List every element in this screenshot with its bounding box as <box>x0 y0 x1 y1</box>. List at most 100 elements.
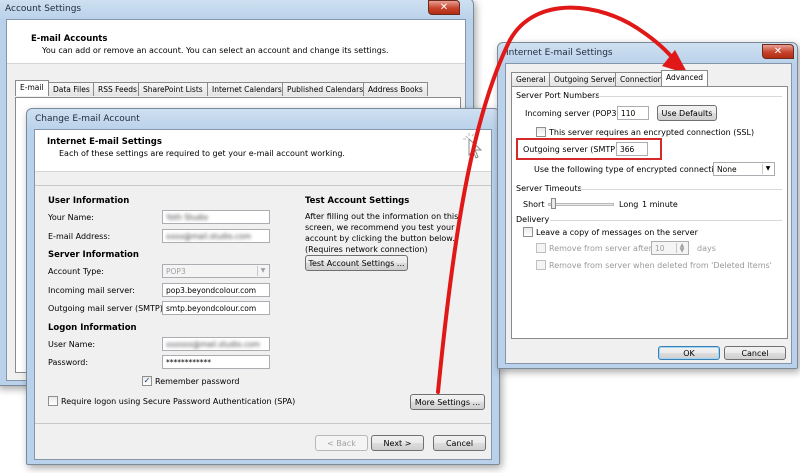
long-label: Long <box>619 200 639 209</box>
server-ports-heading: Server Port Numbers <box>516 91 600 100</box>
internet-settings-title: Internet E-mail Settings <box>506 48 613 58</box>
remove-after-label: Remove from server after <box>549 244 652 253</box>
change-account-client: Internet E-mail Settings Each of these s… <box>34 129 492 460</box>
user-info-heading: User Information <box>48 196 130 206</box>
change-account-header: Internet E-mail Settings Each of these s… <box>35 130 491 172</box>
encryption-label: Use the following type of encrypted conn… <box>534 165 727 174</box>
account-settings-title: Account Settings <box>5 4 82 14</box>
incoming-port-input[interactable]: 110 <box>617 106 649 120</box>
remove-after-checkbox[interactable] <box>536 243 546 253</box>
incoming-server-input[interactable]: pop3.beyondcolour.com <box>162 283 270 297</box>
footer-divider <box>35 423 491 424</box>
remove-deleted-checkbox[interactable] <box>536 260 546 270</box>
email-address-input[interactable]: xxxx@mail.studio.com <box>162 229 270 243</box>
internet-settings-heading: Internet E-mail Settings <box>47 137 162 147</box>
short-label: Short <box>523 200 545 209</box>
internet-settings-window: Internet E-mail Settings ✕ General Outgo… <box>497 42 798 369</box>
timeout-slider-track[interactable] <box>548 203 614 206</box>
next-button[interactable]: Next > <box>371 435 424 451</box>
account-type-value: POP3 <box>166 267 186 276</box>
timeout-slider-thumb[interactable] <box>551 198 556 209</box>
outgoing-server-value: smtp.beyondcolour.com <box>166 304 257 313</box>
password-value: ************ <box>166 358 211 367</box>
outgoing-server-label: Outgoing mail server (SMTP): <box>48 304 166 313</box>
account-type-label: Account Type: <box>48 267 104 276</box>
outgoing-port-label: Outgoing server (SMTP): <box>523 145 621 154</box>
server-info-heading: Server Information <box>48 250 139 260</box>
tab-sharepoint-lists[interactable]: SharePoint Lists <box>138 82 208 96</box>
use-defaults-button[interactable]: Use Defaults <box>657 105 717 121</box>
incoming-server-value: pop3.beyondcolour.com <box>166 286 257 295</box>
tab-published-calendars[interactable]: Published Calendars <box>282 82 369 96</box>
test-settings-text: After filling out the information on thi… <box>305 212 459 254</box>
cancel-button[interactable]: Cancel <box>433 435 486 451</box>
email-accounts-heading: E-mail Accounts <box>31 34 108 44</box>
email-accounts-subtext: You can add or remove an account. You ca… <box>42 46 389 55</box>
timeouts-heading: Server Timeouts <box>516 184 582 193</box>
more-settings-button[interactable]: More Settings ... <box>410 394 485 410</box>
tab-email[interactable]: E-mail <box>15 80 49 96</box>
test-settings-heading: Test Account Settings <box>305 196 410 206</box>
change-account-title: Change E-mail Account <box>35 114 140 124</box>
your-name-input[interactable]: Yoth Studio <box>162 210 270 224</box>
account-settings-close-button[interactable]: ✕ <box>428 0 460 15</box>
username-value: xxxxxx@mail.studio.com <box>166 340 260 349</box>
incoming-server-label: Incoming mail server: <box>48 286 135 295</box>
logon-info-heading: Logon Information <box>48 323 137 333</box>
change-account-window: Change E-mail Account Internet E-mail Se… <box>26 108 500 465</box>
encryption-select[interactable]: None ▼ <box>713 162 775 176</box>
remember-password-label: Remember password <box>155 377 240 386</box>
delivery-heading: Delivery <box>516 215 550 224</box>
internet-settings-cancel-button[interactable]: Cancel <box>724 346 786 360</box>
username-input[interactable]: xxxxxx@mail.studio.com <box>162 337 270 351</box>
account-type-select[interactable]: POP3 ▼ <box>162 264 270 278</box>
your-name-label: Your Name: <box>48 213 94 222</box>
encryption-value: None <box>717 165 737 174</box>
incoming-port-value: 110 <box>621 109 636 118</box>
password-label: Password: <box>48 358 89 367</box>
tab-advanced[interactable]: Advanced <box>661 70 709 86</box>
test-account-settings-button[interactable]: Test Account Settings ... <box>305 255 408 271</box>
remove-after-days-value: 10 <box>655 244 665 253</box>
advanced-tab-body: Server Port Numbers Incoming server (POP… <box>511 86 788 339</box>
internet-settings-close-button[interactable]: ✕ <box>762 44 794 59</box>
remember-password-checkbox[interactable]: ✓ <box>142 376 152 386</box>
remove-after-days-input[interactable]: 10 ▲ ▼ <box>651 241 689 255</box>
outgoing-port-value: 366 <box>620 145 635 154</box>
ssl-checkbox[interactable] <box>536 127 546 137</box>
tab-connection[interactable]: Connection <box>615 72 668 86</box>
remove-deleted-label: Remove from server when deleted from 'De… <box>549 261 772 270</box>
chevron-down-icon: ▼ <box>257 266 268 276</box>
days-label: days <box>697 244 716 253</box>
account-settings-header: E-mail Accounts You can add or remove an… <box>7 20 465 64</box>
leave-copy-label: Leave a copy of messages on the server <box>536 228 698 237</box>
chevron-down-icon: ▼ <box>762 164 773 174</box>
password-input[interactable]: ************ <box>162 355 270 369</box>
server-ports-divider <box>594 96 782 97</box>
outgoing-server-input[interactable]: smtp.beyondcolour.com <box>162 301 270 315</box>
leave-copy-checkbox[interactable] <box>523 227 533 237</box>
spa-checkbox[interactable] <box>48 396 58 406</box>
your-name-value: Yoth Studio <box>166 213 209 222</box>
account-settings-tabs: E-mail Data Files RSS Feeds SharePoint L… <box>15 80 465 98</box>
cursor-sparkle-icon <box>463 133 487 163</box>
tab-outgoing-server[interactable]: Outgoing Server <box>549 72 621 86</box>
ok-button[interactable]: OK <box>658 346 720 360</box>
close-icon: ✕ <box>773 46 783 57</box>
tab-rss-feeds[interactable]: RSS Feeds <box>93 82 142 96</box>
close-icon: ✕ <box>439 2 449 13</box>
back-button[interactable]: < Back <box>315 435 368 451</box>
email-address-value: xxxx@mail.studio.com <box>166 232 252 241</box>
tab-address-books[interactable]: Address Books <box>363 82 428 96</box>
spinner-icon: ▲ ▼ <box>676 243 687 254</box>
email-address-label: E-mail Address: <box>48 232 111 241</box>
timeouts-divider <box>578 189 782 190</box>
spa-label: Require logon using Secure Password Auth… <box>61 397 296 406</box>
incoming-port-label: Incoming server (POP3): <box>525 109 623 118</box>
tab-general[interactable]: General <box>511 72 551 86</box>
outgoing-port-input[interactable]: 366 <box>616 142 648 156</box>
header-divider <box>35 185 491 186</box>
internet-settings-client: General Outgoing Server Connection Advan… <box>505 63 792 364</box>
tab-internet-calendars[interactable]: Internet Calendars <box>207 82 287 96</box>
tab-data-files[interactable]: Data Files <box>48 82 95 96</box>
